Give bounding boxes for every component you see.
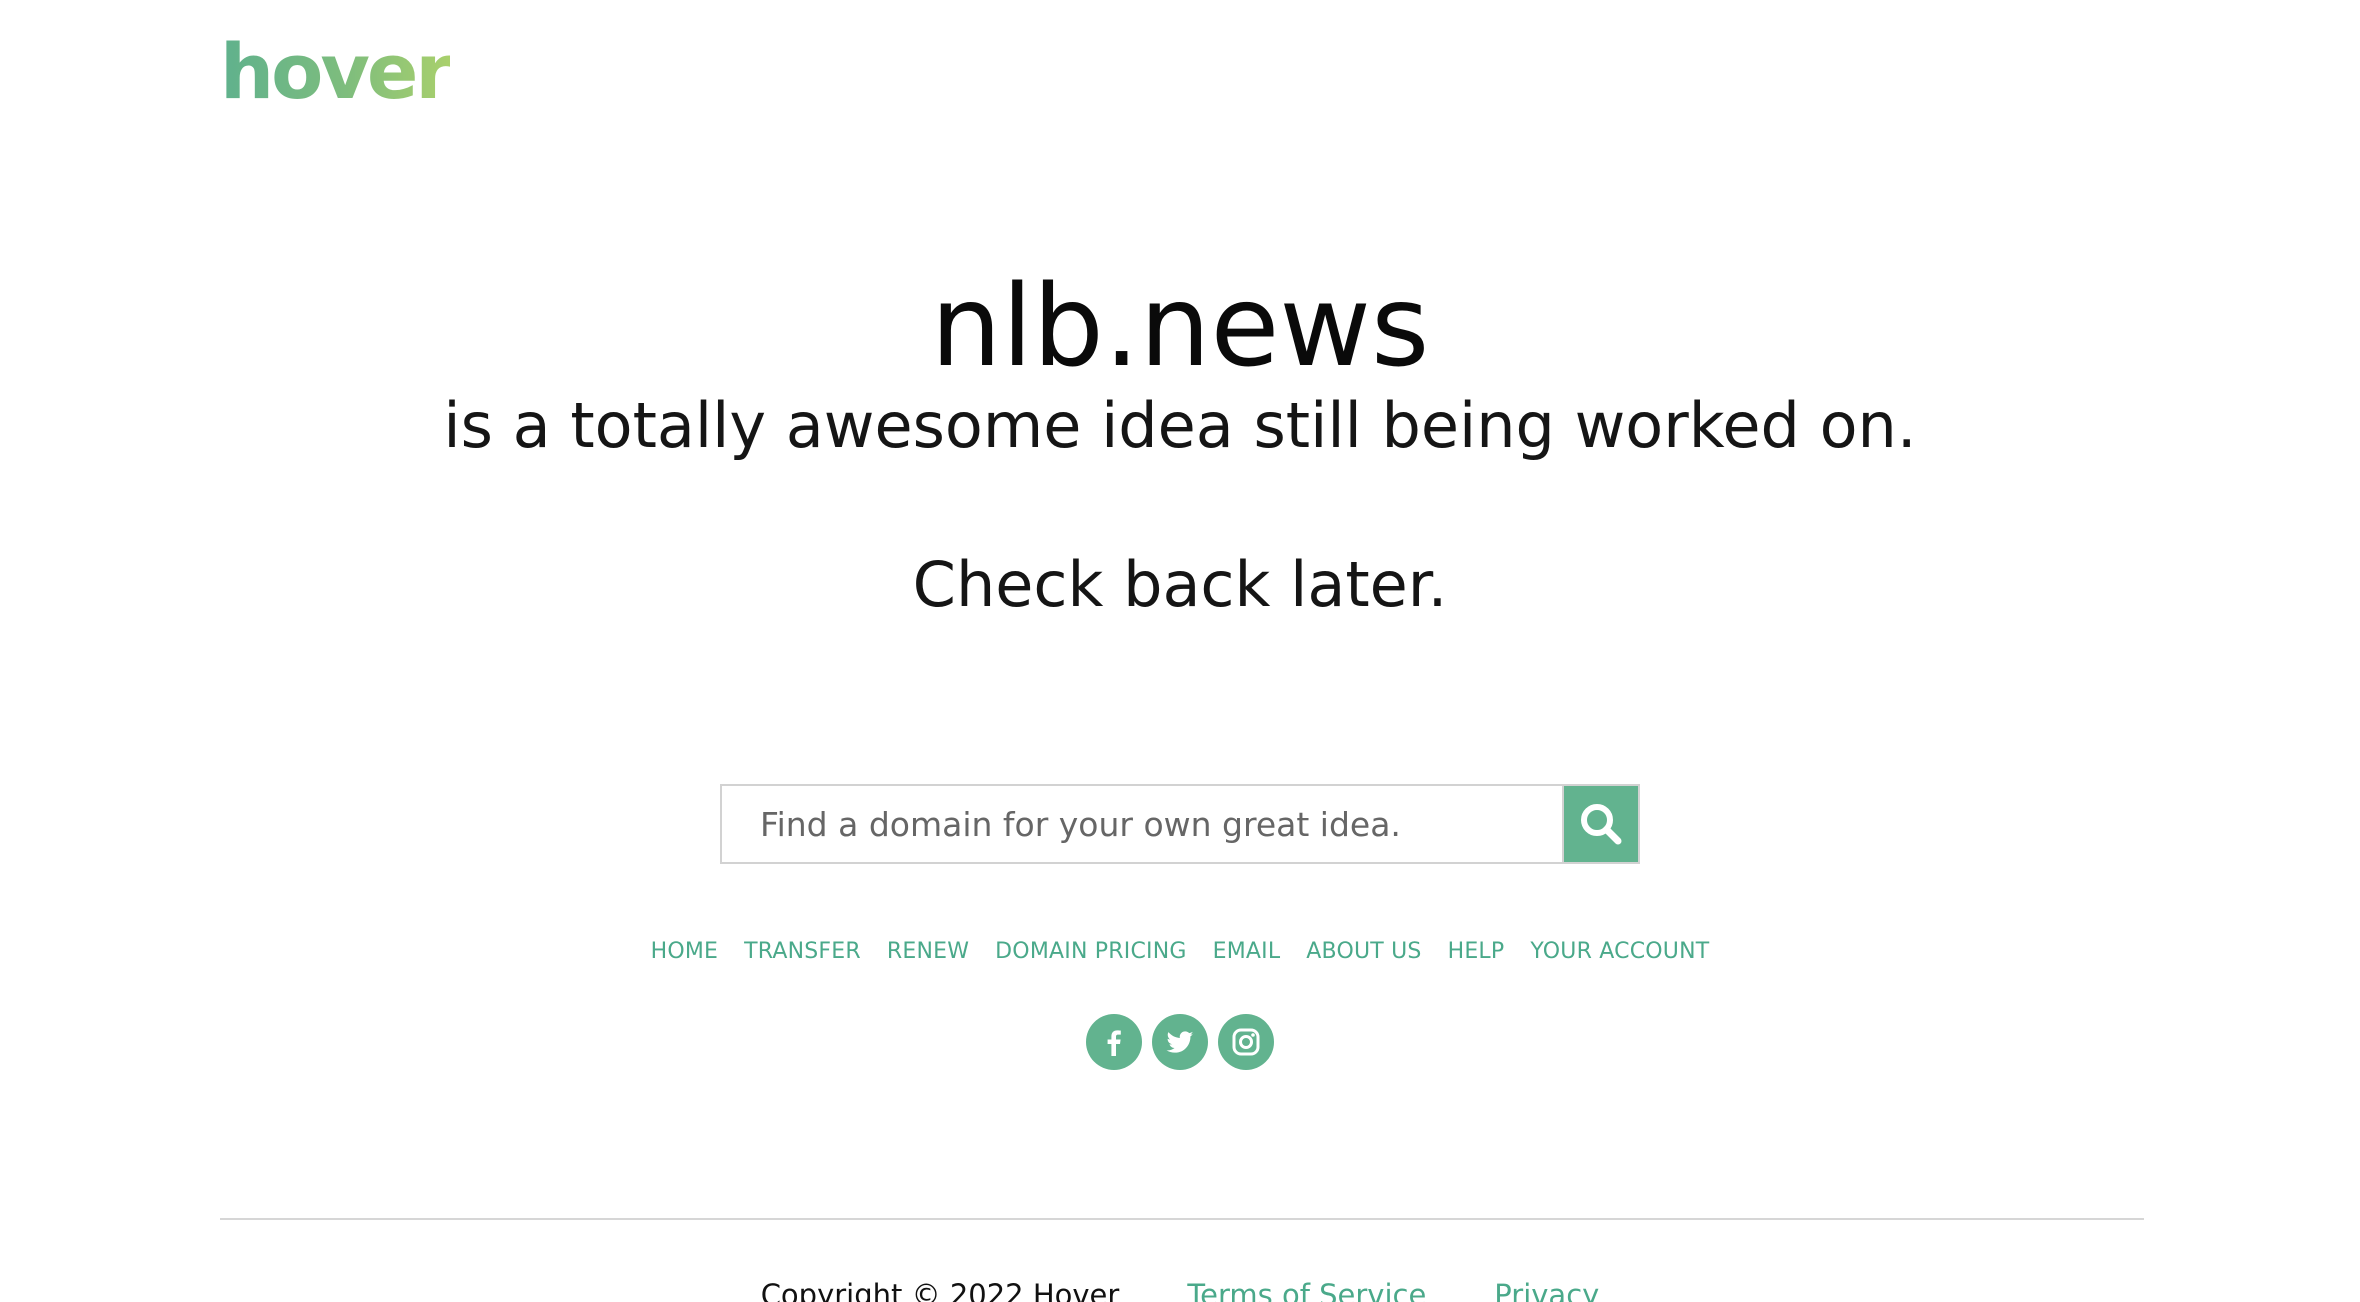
privacy-link[interactable]: Privacy bbox=[1494, 1275, 1599, 1302]
nav-help[interactable]: HELP bbox=[1448, 932, 1505, 972]
search-icon bbox=[1581, 804, 1622, 845]
nav-renew[interactable]: RENEW bbox=[887, 932, 969, 972]
instagram-icon bbox=[1232, 1028, 1260, 1056]
domain-search-form bbox=[720, 784, 1640, 864]
nav-home[interactable]: HOME bbox=[651, 932, 719, 972]
parked-domain-page: hover nlb.news is a totally awesome idea… bbox=[0, 0, 2360, 1302]
tagline: is a totally awesome idea still being wo… bbox=[443, 389, 1917, 462]
instagram-button[interactable] bbox=[1218, 1014, 1274, 1070]
footer: Copyright © 2022 Hover Terms of Service … bbox=[0, 1275, 2360, 1302]
nav-your-account[interactable]: YOUR ACCOUNT bbox=[1530, 932, 1709, 972]
nav-transfer[interactable]: TRANSFER bbox=[744, 932, 861, 972]
footer-nav: HOME TRANSFER RENEW DOMAIN PRICING EMAIL… bbox=[0, 932, 2360, 972]
facebook-icon bbox=[1107, 1030, 1121, 1056]
copyright-text: Copyright © 2022 Hover bbox=[760, 1278, 1120, 1302]
nav-about-us[interactable]: ABOUT US bbox=[1306, 932, 1421, 972]
facebook-button[interactable] bbox=[1086, 1014, 1142, 1070]
hover-logo[interactable]: hover bbox=[220, 22, 453, 122]
nav-email[interactable]: EMAIL bbox=[1213, 932, 1281, 972]
search-button[interactable] bbox=[1562, 784, 1640, 864]
domain-search-input[interactable] bbox=[720, 784, 1562, 864]
terms-of-service-link[interactable]: Terms of Service bbox=[1187, 1275, 1426, 1302]
nav-domain-pricing[interactable]: DOMAIN PRICING bbox=[995, 932, 1186, 972]
domain-title: nlb.news bbox=[930, 262, 1430, 392]
social-links bbox=[0, 1014, 2360, 1070]
check-back-text: Check back later. bbox=[912, 548, 1448, 621]
twitter-icon bbox=[1166, 1031, 1194, 1053]
twitter-button[interactable] bbox=[1152, 1014, 1208, 1070]
footer-divider bbox=[220, 1218, 2144, 1220]
